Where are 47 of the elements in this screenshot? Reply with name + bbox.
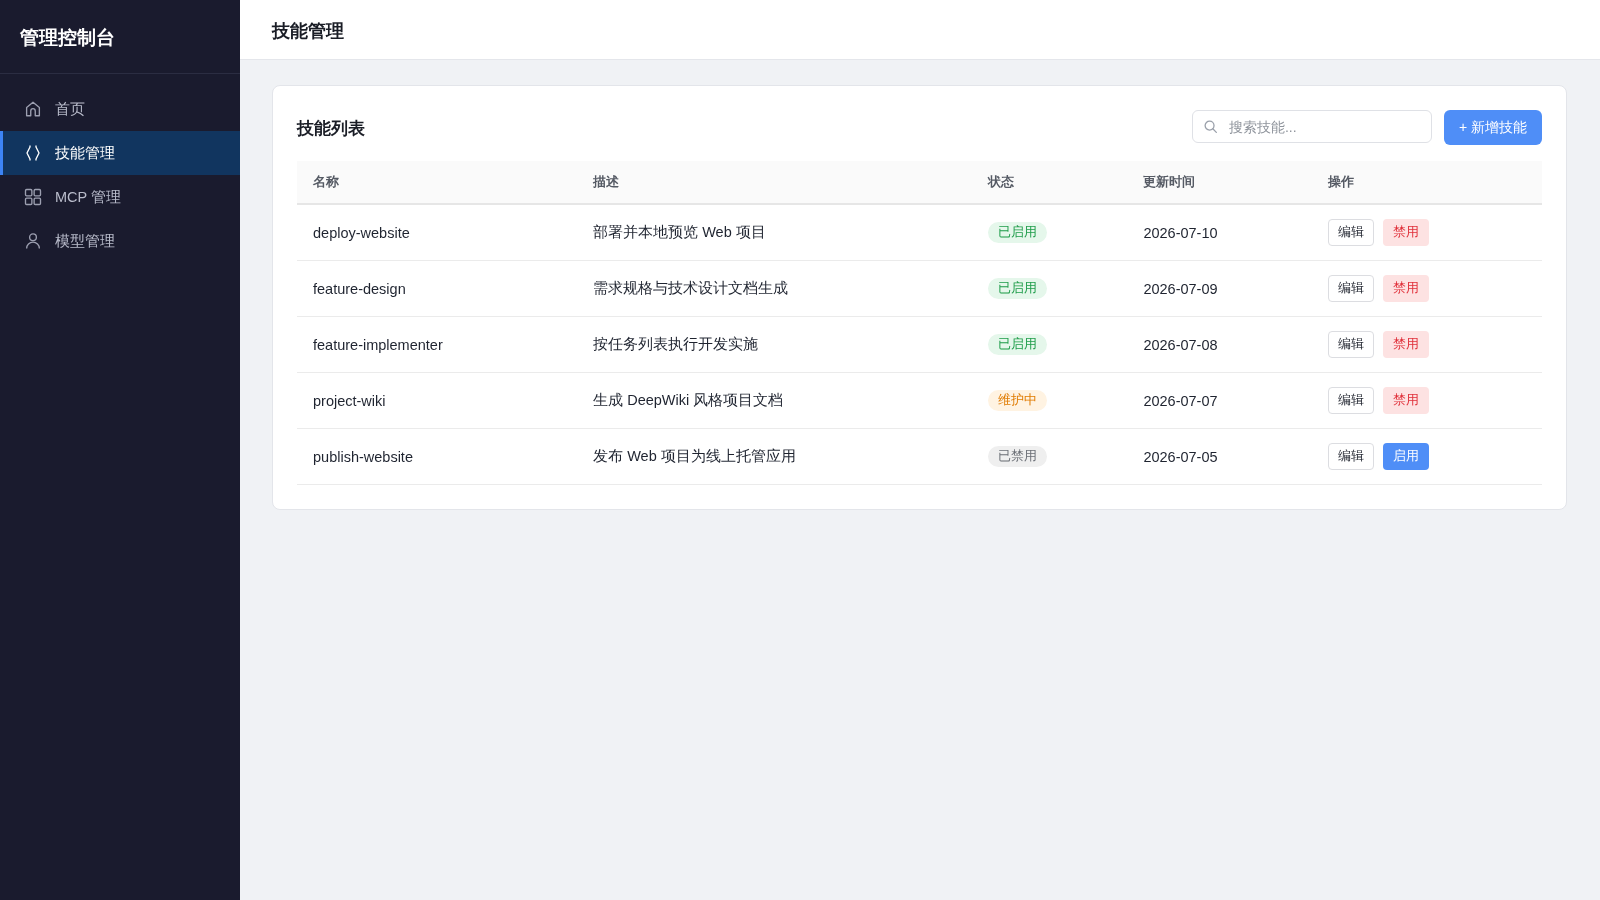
status-badge: 已启用 (987, 222, 1047, 243)
column-header: 描述 (577, 161, 972, 204)
skill-description: 需求规格与技术设计文档生成 (593, 280, 789, 296)
updated-date: 2026-07-09 (1143, 280, 1218, 297)
grid-icon (24, 188, 42, 206)
disable-button[interactable]: 禁用 (1382, 275, 1429, 302)
status-badge: 维护中 (987, 390, 1047, 411)
code-brackets-icon (24, 144, 42, 162)
skill-name: project-wiki (313, 392, 386, 409)
search-icon (1203, 120, 1217, 133)
search-field[interactable]: 搜索技能... (1191, 110, 1432, 143)
sidebar-item[interactable]: 首页 (0, 87, 240, 131)
sidebar-item[interactable]: 技能管理 (0, 131, 240, 175)
skill-name: feature-implementer (313, 336, 443, 353)
skill-name: feature-design (313, 280, 406, 297)
skill-description: 生成 DeepWiki 风格项目文档 (593, 392, 784, 408)
disable-button[interactable]: 禁用 (1382, 387, 1429, 414)
updated-date: 2026-07-08 (1143, 336, 1218, 353)
column-header: 更新时间 (1127, 161, 1312, 204)
status-badge: 已启用 (987, 334, 1047, 355)
user-icon (24, 232, 42, 250)
column-header: 操作 (1311, 161, 1542, 204)
disable-button[interactable]: 禁用 (1382, 219, 1429, 246)
home-icon (24, 100, 42, 118)
app-title: 管理控制台 (20, 25, 115, 50)
card-title: 技能列表 (297, 117, 365, 139)
edit-button[interactable]: 编辑 (1327, 331, 1374, 358)
updated-date: 2026-07-07 (1143, 392, 1218, 409)
column-header: 名称 (297, 161, 578, 204)
skill-name: publish-website (313, 448, 413, 465)
updated-date: 2026-07-10 (1143, 224, 1218, 241)
column-header: 状态 (971, 161, 1128, 204)
skill-name: deploy-website (313, 224, 410, 241)
sidebar-item[interactable]: MCP 管理 (0, 175, 240, 219)
skill-description: 按任务列表执行开发实施 (593, 336, 759, 352)
edit-button[interactable]: 编辑 (1327, 387, 1374, 414)
updated-date: 2026-07-05 (1143, 448, 1218, 465)
disable-button[interactable]: 禁用 (1382, 331, 1429, 358)
status-badge: 已启用 (987, 278, 1047, 299)
edit-button[interactable]: 编辑 (1327, 443, 1374, 470)
page-title: 技能管理 (272, 19, 344, 43)
sidebar-item[interactable]: 模型管理 (0, 219, 240, 263)
skill-description: 发布 Web 项目为线上托管应用 (593, 448, 796, 464)
edit-button[interactable]: 编辑 (1327, 275, 1374, 302)
status-badge: 已禁用 (987, 446, 1047, 467)
edit-button[interactable]: 编辑 (1327, 219, 1374, 246)
skill-description: 部署并本地预览 Web 项目 (593, 224, 766, 240)
